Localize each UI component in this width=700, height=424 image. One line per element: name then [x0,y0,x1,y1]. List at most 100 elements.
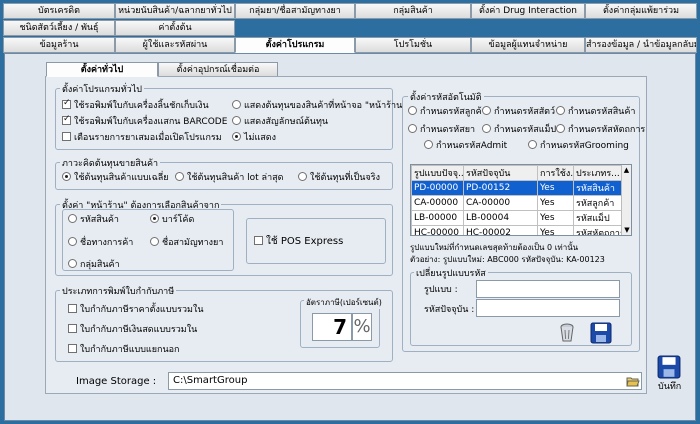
option-drug-alert[interactable]: เตือนรายการยาเสมอเมื่อเปิดโปรแกรม [62,132,222,144]
option-code-drug[interactable]: กำหนดรหัสยา [408,124,475,136]
radio[interactable] [150,214,159,223]
option-invoice-exclusive[interactable]: ใบกำกับภาษีแบบแยกนอก [68,344,179,356]
option-cost-actual[interactable]: ใช้ต้นทุนที่เป็นจริง [298,172,380,184]
radio[interactable] [232,132,241,141]
option-code-procedure[interactable]: กำหนดรหัสหัตถการ [556,124,645,136]
option-cost-average[interactable]: ใช้ต้นทุนสินค้าแบบเฉลี่ย [62,172,169,184]
invoice-print-title: ประเภทการพิมพ์ใบกำกับภาษี [60,284,177,298]
checkbox[interactable] [62,132,71,141]
checkbox[interactable] [68,344,77,353]
subtab-devices[interactable]: ตั้งค่าอุปกรณ์เชื่อมต่อ [158,62,278,77]
option-trade-name[interactable]: ชื่อทางการค้า [68,237,133,249]
radio[interactable] [232,100,241,109]
option-barcode[interactable]: ใช้รอพิมพ์ใบกับเครื่องแสกน BARCODE [62,114,228,128]
tab-allergy-groups[interactable]: ตั้งค่ากลุ่มแพ้ยาร่วม [585,3,697,19]
option-label: ใบกำกับภาษีเงินสดแบบรวมใน [80,325,198,335]
option-pos-express[interactable]: ใช้ POS Express [254,236,343,247]
option-cash-drawer[interactable]: ใช้รอพิมพ์ใบกับเครื่องลิ้นชักเก็บเงิน [62,98,209,112]
option-cost-symbol[interactable]: แสดงสัญลักษณ์ต้นทุน [232,116,328,128]
option-label: ใช้รอพิมพ์ใบกับเครื่องแสกน BARCODE [74,117,228,127]
option-hide-cost[interactable]: ไม่แสดง [232,132,276,144]
image-storage-input[interactable]: C:\SmartGroup [168,372,642,390]
option-code-grooming[interactable]: กำหนดรหัสGrooming [528,140,629,152]
option-label: กลุ่มสินค้า [80,260,120,270]
checkbox[interactable] [62,114,71,125]
table-row[interactable]: PD-00000 PD-00152 Yes รหัสสินค้า [411,180,624,196]
option-barcode-select[interactable]: บาร์โค้ด [150,214,194,226]
save-code-icon[interactable] [590,322,612,344]
checkbox[interactable] [68,324,77,333]
option-label: กำหนดรหัสแม็ป [494,125,557,135]
table-row[interactable]: LB-00000 LB-00004 Yes รหัสแม็ป [411,210,624,226]
save-button-label[interactable]: บันทึก [658,382,681,393]
radio[interactable] [556,124,565,133]
table-row[interactable]: CA-00000 CA-00000 Yes รหัสลูกค้า [411,195,624,211]
tab-pet-species[interactable]: ชนิดสัตว์เลี้ยง / พันธุ์ [3,20,115,36]
option-invoice-price-inclusive[interactable]: ใบกำกับภาษีราคาตั้งแบบรวมใน [68,304,204,316]
checkbox[interactable] [254,236,263,245]
scroll-up-icon[interactable]: ▲ [622,165,631,175]
table-row[interactable]: HC-00000 HC-00002 Yes รหัสหัตถการ [411,225,624,235]
current-code-input[interactable] [476,299,620,317]
radio[interactable] [175,172,184,181]
tab-credit-card[interactable]: บัตรเครดิต [3,3,115,19]
radio[interactable] [424,140,433,149]
radio[interactable] [68,214,77,223]
tab-backup[interactable]: สำรองข้อมูล / นำข้อมูลกลับมา [585,37,697,53]
option-code-lab[interactable]: กำหนดรหัสแม็ป [482,124,556,136]
save-icon[interactable] [657,355,681,379]
radio[interactable] [408,124,417,133]
column-header[interactable]: รหัสปัจจุบัน [463,165,538,181]
option-invoice-cash-inclusive[interactable]: ใบกำกับภาษีเงินสดแบบรวมใน [68,324,197,336]
radio[interactable] [68,237,77,246]
tab-users[interactable]: ผู้ใช้และรหัสผ่าน [115,37,235,53]
radio[interactable] [68,259,77,268]
tab-defaults[interactable]: ค่าตั้งต้น [115,20,235,36]
tab-product-groups[interactable]: กลุ่มสินค้า [355,3,471,19]
radio[interactable] [150,237,159,246]
table-scrollbar[interactable]: ▲ ▼ [621,165,631,235]
radio[interactable] [62,172,71,181]
table-cell: PD-00152 [463,180,538,196]
radio[interactable] [482,106,491,115]
option-product-code[interactable]: รหัสสินค้า [68,214,119,226]
tab-program-settings[interactable]: ตั้งค่าโปรแกรม [235,37,355,53]
radio[interactable] [482,124,491,133]
option-generic-name[interactable]: ชื่อสามัญทางยา [150,237,223,249]
tab-units[interactable]: หน่วยนับสินค้า/ฉลากยาทั่วไป [115,3,235,19]
column-header[interactable]: รูปแบบปัจจุ... [411,165,464,181]
option-label: กำหนดรหัสสัตว์ [494,107,556,117]
scroll-down-icon[interactable]: ▼ [622,225,631,235]
radio[interactable] [556,106,565,115]
radio[interactable] [232,116,241,125]
column-header[interactable]: การใช้ง... [537,165,574,181]
tab-drug-interaction[interactable]: ตั้งค่า Drug Interaction [471,3,585,19]
column-header[interactable]: ประเภทร... [573,165,624,181]
radio[interactable] [528,140,537,149]
radio[interactable] [298,172,307,181]
checkbox[interactable] [68,304,77,313]
format-input[interactable] [476,280,620,298]
table-cell: PD-00000 [411,180,464,196]
option-code-animal[interactable]: กำหนดรหัสสัตว์ [482,106,555,118]
option-code-admit[interactable]: กำหนดรหัสAdmit [424,140,507,152]
clear-icon[interactable] [556,322,578,344]
option-code-customer[interactable]: กำหนดรหัสลูกค้า [408,106,487,118]
tab-distributors[interactable]: ข้อมูลผู้แทนจำหน่าย [471,37,585,53]
tab-shop-info[interactable]: ข้อมูลร้าน [3,37,115,53]
subtab-general[interactable]: ตั้งค่าทั่วไป [46,62,158,77]
tab-promotion[interactable]: โปรโมชั่น [355,37,471,53]
option-product-group[interactable]: กลุ่มสินค้า [68,259,120,271]
folder-open-icon[interactable] [626,374,640,388]
vat-title: อัตราภาษี(เปอร์เซนต์) [304,296,384,309]
option-cost-latest-lot[interactable]: ใช้ต้นทุนสินค้า lot ล่าสุด [175,172,283,184]
image-storage-label: Image Storage : [76,376,157,387]
radio[interactable] [408,106,417,115]
checkbox[interactable] [62,98,71,109]
option-show-cost[interactable]: แสดงต้นทุนของสินค้าที่หน้าจอ "หน้าร้าน" [232,100,406,112]
option-label: กำหนดรหัสลูกค้า [420,107,487,117]
option-code-product[interactable]: กำหนดรหัสสินค้า [556,106,635,118]
tab-drug-groups[interactable]: กลุ่มยา/ชื่อสามัญทางยา [235,3,355,19]
vat-rate-input[interactable]: 7 [312,313,352,341]
code-table[interactable]: รูปแบบปัจจุ... รหัสปัจจุบัน การใช้ง... ป… [410,164,632,236]
